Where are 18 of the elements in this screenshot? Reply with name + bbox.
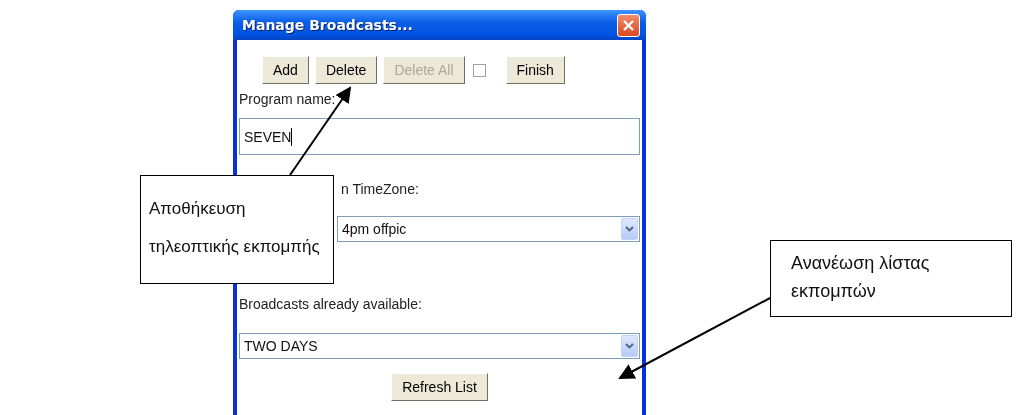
timezone-dropdown[interactable]: 4pm offpic bbox=[337, 216, 640, 242]
callout-text: Αποθήκευση τηλεοπτικής εκπομπής bbox=[149, 199, 320, 256]
field-label: Broadcasts already available: bbox=[239, 295, 423, 313]
field-label: Program name: bbox=[239, 90, 337, 108]
close-button[interactable] bbox=[617, 13, 640, 37]
toolbar-button[interactable]: Delete bbox=[314, 56, 378, 84]
field-label: n TimeZone: bbox=[341, 180, 420, 198]
chevron-down-icon bbox=[625, 226, 634, 232]
chevron-down-icon bbox=[625, 343, 634, 349]
toolbar-button[interactable]: Finish bbox=[505, 56, 565, 84]
window-title: Manage Broadcasts... bbox=[242, 17, 413, 33]
checkbox[interactable] bbox=[472, 63, 486, 77]
broadcasts-dropdown[interactable]: TWO DAYS bbox=[239, 333, 640, 359]
refresh-list-button[interactable]: Refresh List bbox=[391, 373, 488, 401]
toolbar-button[interactable]: Add bbox=[262, 56, 309, 84]
close-icon bbox=[622, 18, 635, 32]
callout-text: Ανανέωση λίστας εκπομπών bbox=[791, 253, 930, 301]
program-name-field[interactable]: SEVEN bbox=[239, 118, 640, 155]
